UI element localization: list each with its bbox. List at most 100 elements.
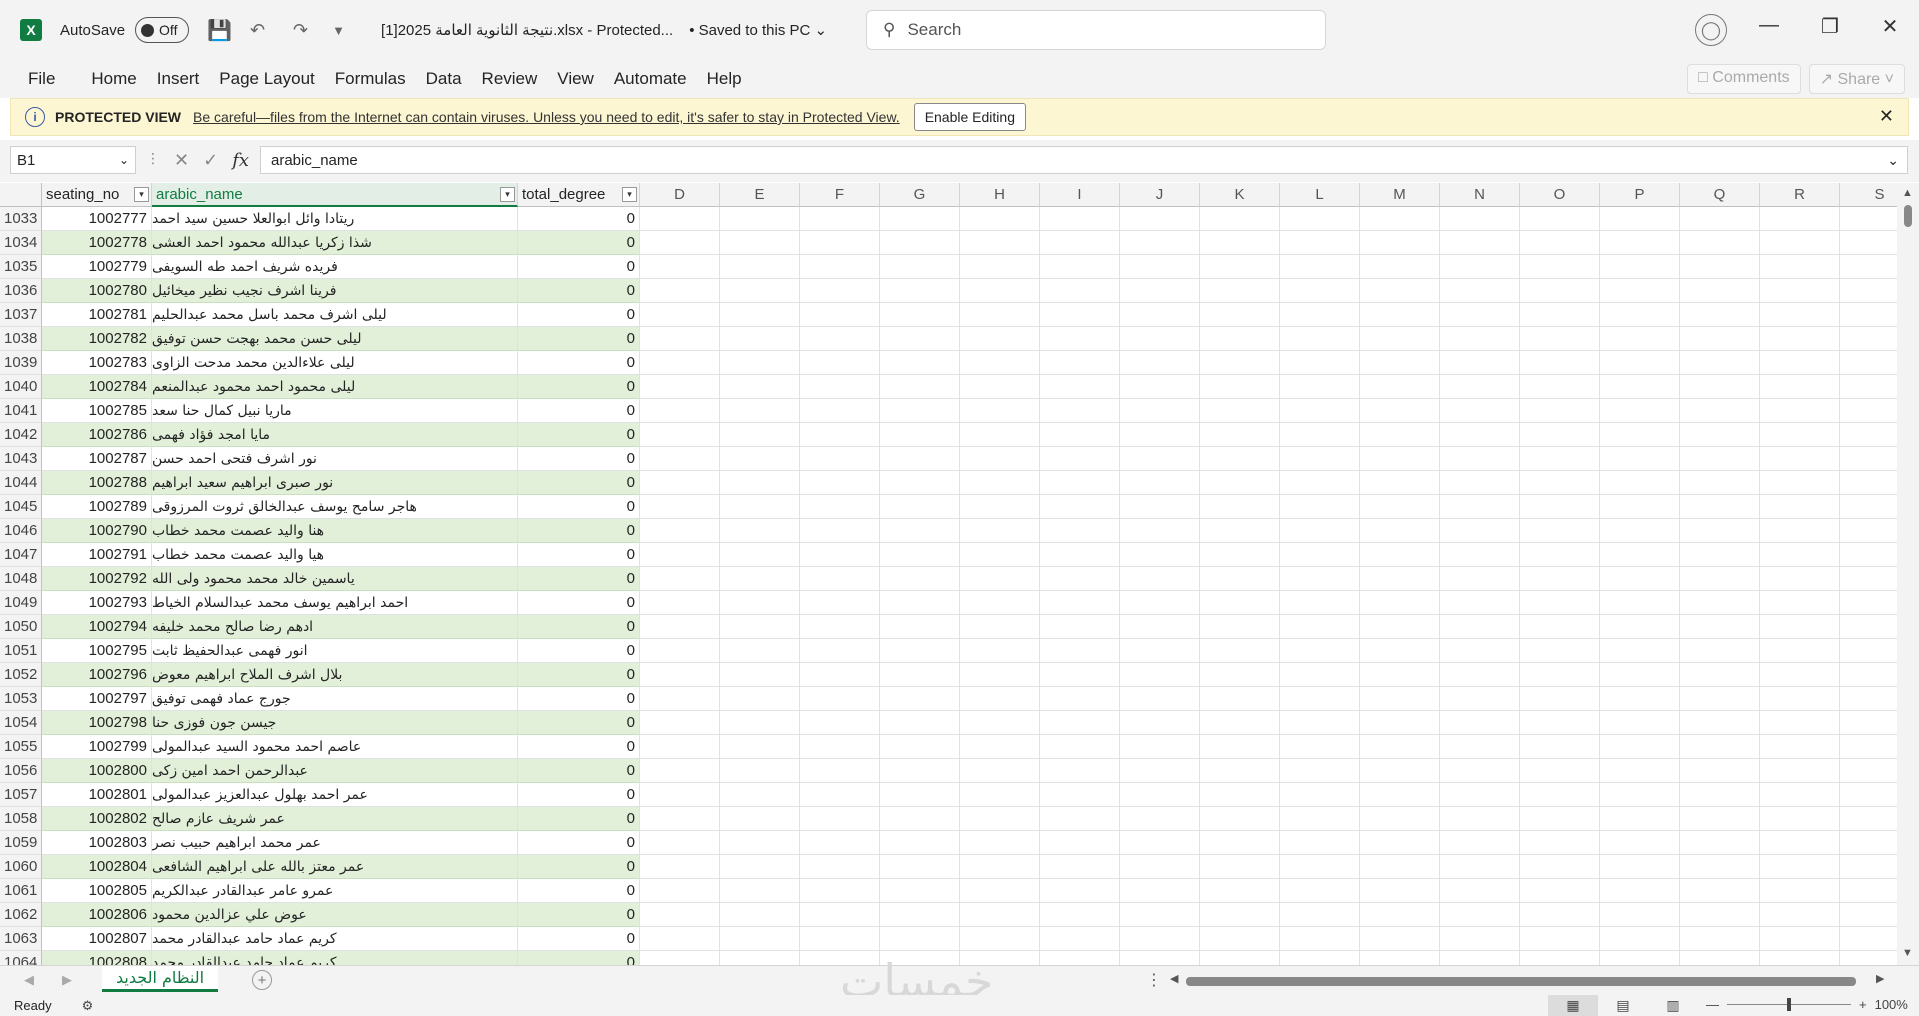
empty-cell[interactable] bbox=[1040, 567, 1120, 591]
empty-cell[interactable] bbox=[1840, 903, 1897, 927]
row-number[interactable]: 1035 bbox=[0, 255, 42, 279]
empty-cell[interactable] bbox=[720, 807, 800, 831]
empty-cell[interactable] bbox=[1360, 351, 1440, 375]
empty-cell[interactable] bbox=[960, 543, 1040, 567]
share-button[interactable]: ↗ Share ˅ bbox=[1808, 64, 1905, 94]
empty-cell[interactable] bbox=[640, 783, 720, 807]
cell-total-degree[interactable]: 0 bbox=[518, 375, 640, 399]
empty-cell[interactable] bbox=[1200, 759, 1280, 783]
empty-cell[interactable] bbox=[1120, 447, 1200, 471]
column-header-j[interactable]: J bbox=[1120, 183, 1200, 207]
column-header-m[interactable]: M bbox=[1360, 183, 1440, 207]
empty-cell[interactable] bbox=[1040, 327, 1120, 351]
empty-cell[interactable] bbox=[1600, 399, 1680, 423]
empty-cell[interactable] bbox=[1200, 903, 1280, 927]
cell-seating-no[interactable]: 1002793 bbox=[42, 591, 152, 615]
empty-cell[interactable] bbox=[880, 543, 960, 567]
empty-cell[interactable] bbox=[880, 591, 960, 615]
scroll-up-icon[interactable]: ▲ bbox=[1902, 187, 1913, 199]
empty-cell[interactable] bbox=[1040, 927, 1120, 951]
empty-cell[interactable] bbox=[960, 591, 1040, 615]
empty-cell[interactable] bbox=[640, 927, 720, 951]
empty-cell[interactable] bbox=[1280, 495, 1360, 519]
empty-cell[interactable] bbox=[1440, 423, 1520, 447]
empty-cell[interactable] bbox=[1680, 927, 1760, 951]
empty-cell[interactable] bbox=[1040, 399, 1120, 423]
empty-cell[interactable] bbox=[1280, 615, 1360, 639]
empty-cell[interactable] bbox=[640, 615, 720, 639]
empty-cell[interactable] bbox=[960, 759, 1040, 783]
empty-cell[interactable] bbox=[1680, 759, 1760, 783]
empty-cell[interactable] bbox=[800, 351, 880, 375]
empty-cell[interactable] bbox=[1360, 639, 1440, 663]
expand-formula-icon[interactable]: ⌄ bbox=[1887, 152, 1899, 169]
empty-cell[interactable] bbox=[1680, 951, 1760, 965]
empty-cell[interactable] bbox=[1040, 447, 1120, 471]
empty-cell[interactable] bbox=[1760, 903, 1840, 927]
empty-cell[interactable] bbox=[1440, 519, 1520, 543]
empty-cell[interactable] bbox=[880, 423, 960, 447]
empty-cell[interactable] bbox=[1840, 639, 1897, 663]
empty-cell[interactable] bbox=[800, 663, 880, 687]
empty-cell[interactable] bbox=[1520, 543, 1600, 567]
empty-cell[interactable] bbox=[720, 591, 800, 615]
cell-arabic-name[interactable]: ليلى اشرف محمد باسل محمد عبدالحليم bbox=[152, 303, 518, 327]
empty-cell[interactable] bbox=[960, 279, 1040, 303]
empty-cell[interactable] bbox=[640, 303, 720, 327]
empty-cell[interactable] bbox=[1360, 735, 1440, 759]
empty-cell[interactable] bbox=[1360, 519, 1440, 543]
empty-cell[interactable] bbox=[1600, 471, 1680, 495]
empty-cell[interactable] bbox=[880, 375, 960, 399]
empty-cell[interactable] bbox=[640, 687, 720, 711]
cell-arabic-name[interactable]: عمر محمد ابراهيم حبيب نصر bbox=[152, 831, 518, 855]
empty-cell[interactable] bbox=[720, 855, 800, 879]
empty-cell[interactable] bbox=[1760, 447, 1840, 471]
empty-cell[interactable] bbox=[640, 855, 720, 879]
cell-total-degree[interactable]: 0 bbox=[518, 759, 640, 783]
empty-cell[interactable] bbox=[1840, 495, 1897, 519]
empty-cell[interactable] bbox=[1200, 495, 1280, 519]
column-header-d[interactable]: D bbox=[640, 183, 720, 207]
empty-cell[interactable] bbox=[720, 831, 800, 855]
empty-cell[interactable] bbox=[1280, 255, 1360, 279]
cell-total-degree[interactable]: 0 bbox=[518, 711, 640, 735]
empty-cell[interactable] bbox=[1520, 855, 1600, 879]
empty-cell[interactable] bbox=[800, 567, 880, 591]
cell-total-degree[interactable]: 0 bbox=[518, 663, 640, 687]
column-header-i[interactable]: I bbox=[1040, 183, 1120, 207]
empty-cell[interactable] bbox=[1600, 327, 1680, 351]
empty-cell[interactable] bbox=[1760, 615, 1840, 639]
empty-cell[interactable] bbox=[880, 351, 960, 375]
cell-total-degree[interactable]: 0 bbox=[518, 615, 640, 639]
empty-cell[interactable] bbox=[720, 927, 800, 951]
empty-cell[interactable] bbox=[1600, 423, 1680, 447]
empty-cell[interactable] bbox=[1760, 327, 1840, 351]
cell-seating-no[interactable]: 1002805 bbox=[42, 879, 152, 903]
column-header-s[interactable]: S bbox=[1840, 183, 1897, 207]
empty-cell[interactable] bbox=[960, 783, 1040, 807]
empty-cell[interactable] bbox=[1440, 495, 1520, 519]
empty-cell[interactable] bbox=[1280, 231, 1360, 255]
empty-cell[interactable] bbox=[1520, 735, 1600, 759]
empty-cell[interactable] bbox=[1280, 711, 1360, 735]
empty-cell[interactable] bbox=[1440, 447, 1520, 471]
empty-cell[interactable] bbox=[1360, 591, 1440, 615]
cell-total-degree[interactable]: 0 bbox=[518, 543, 640, 567]
empty-cell[interactable] bbox=[1360, 783, 1440, 807]
empty-cell[interactable] bbox=[720, 327, 800, 351]
cell-arabic-name[interactable]: عمرو عامر عبدالقادر عبدالكريم bbox=[152, 879, 518, 903]
empty-cell[interactable] bbox=[640, 399, 720, 423]
close-window-icon[interactable]: ✕ bbox=[1875, 14, 1905, 39]
empty-cell[interactable] bbox=[1600, 903, 1680, 927]
empty-cell[interactable] bbox=[1760, 807, 1840, 831]
empty-cell[interactable] bbox=[1440, 831, 1520, 855]
empty-cell[interactable] bbox=[1520, 639, 1600, 663]
empty-cell[interactable] bbox=[1120, 591, 1200, 615]
empty-cell[interactable] bbox=[720, 279, 800, 303]
menu-review[interactable]: Review bbox=[472, 69, 548, 89]
empty-cell[interactable] bbox=[960, 567, 1040, 591]
empty-cell[interactable] bbox=[1280, 207, 1360, 231]
empty-cell[interactable] bbox=[1280, 327, 1360, 351]
empty-cell[interactable] bbox=[1440, 615, 1520, 639]
page-layout-view-icon[interactable]: ▤ bbox=[1598, 995, 1648, 1016]
